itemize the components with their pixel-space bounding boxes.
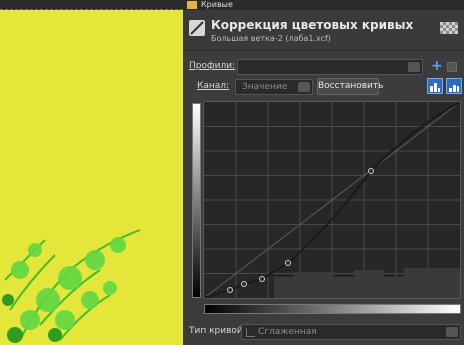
- output-gradient: [192, 103, 201, 298]
- profiles-row: Профили: +: [183, 58, 464, 76]
- curves-app-icon: [187, 1, 197, 9]
- input-gradient: [204, 304, 461, 314]
- chevron-down-icon: [408, 62, 420, 72]
- channel-row: Канал: Значение Восстановить: [183, 78, 464, 96]
- curves-tool-icon: [189, 20, 205, 36]
- reset-channel-button[interactable]: Восстановить: [317, 78, 383, 95]
- selection-dashes: [0, 9, 183, 10]
- profiles-label: Профили:: [189, 61, 236, 71]
- curve-type-value: Сглаженная: [258, 327, 317, 337]
- log-histogram-icon[interactable]: [446, 78, 462, 94]
- preset-menu-icon[interactable]: [447, 62, 457, 72]
- dialog-subtitle: Большая ветка-2 (лаба1.xcf): [211, 34, 331, 43]
- fern-image: [2, 229, 141, 343]
- channel-value: Значение: [242, 82, 288, 92]
- window-title: Кривые: [201, 0, 233, 9]
- dialog-header: Коррекция цветовых кривых Большая ветка-…: [183, 10, 464, 51]
- curve-graph-svg: [203, 101, 461, 299]
- image-thumbnail: [440, 22, 458, 34]
- chevron-down-icon: [446, 327, 458, 337]
- channel-combo[interactable]: Значение: [235, 79, 313, 95]
- curve-type-row: Тип кривой: Сглаженная: [183, 323, 464, 341]
- smooth-curve-icon: [246, 328, 255, 337]
- profiles-combo[interactable]: [237, 59, 423, 75]
- curves-dialog: Коррекция цветовых кривых Большая ветка-…: [183, 10, 464, 345]
- curve-graph[interactable]: [203, 101, 461, 299]
- add-preset-icon[interactable]: +: [431, 58, 443, 74]
- curve-type-combo[interactable]: Сглаженная: [241, 324, 461, 340]
- curve-type-label: Тип кривой:: [189, 326, 246, 336]
- channel-label: Канал:: [197, 81, 230, 91]
- dialog-title: Коррекция цветовых кривых: [211, 18, 414, 32]
- linear-histogram-icon[interactable]: [427, 78, 443, 94]
- image-canvas[interactable]: [0, 0, 183, 345]
- chevron-down-icon: [298, 82, 310, 92]
- window-titlebar: Кривые: [183, 0, 464, 10]
